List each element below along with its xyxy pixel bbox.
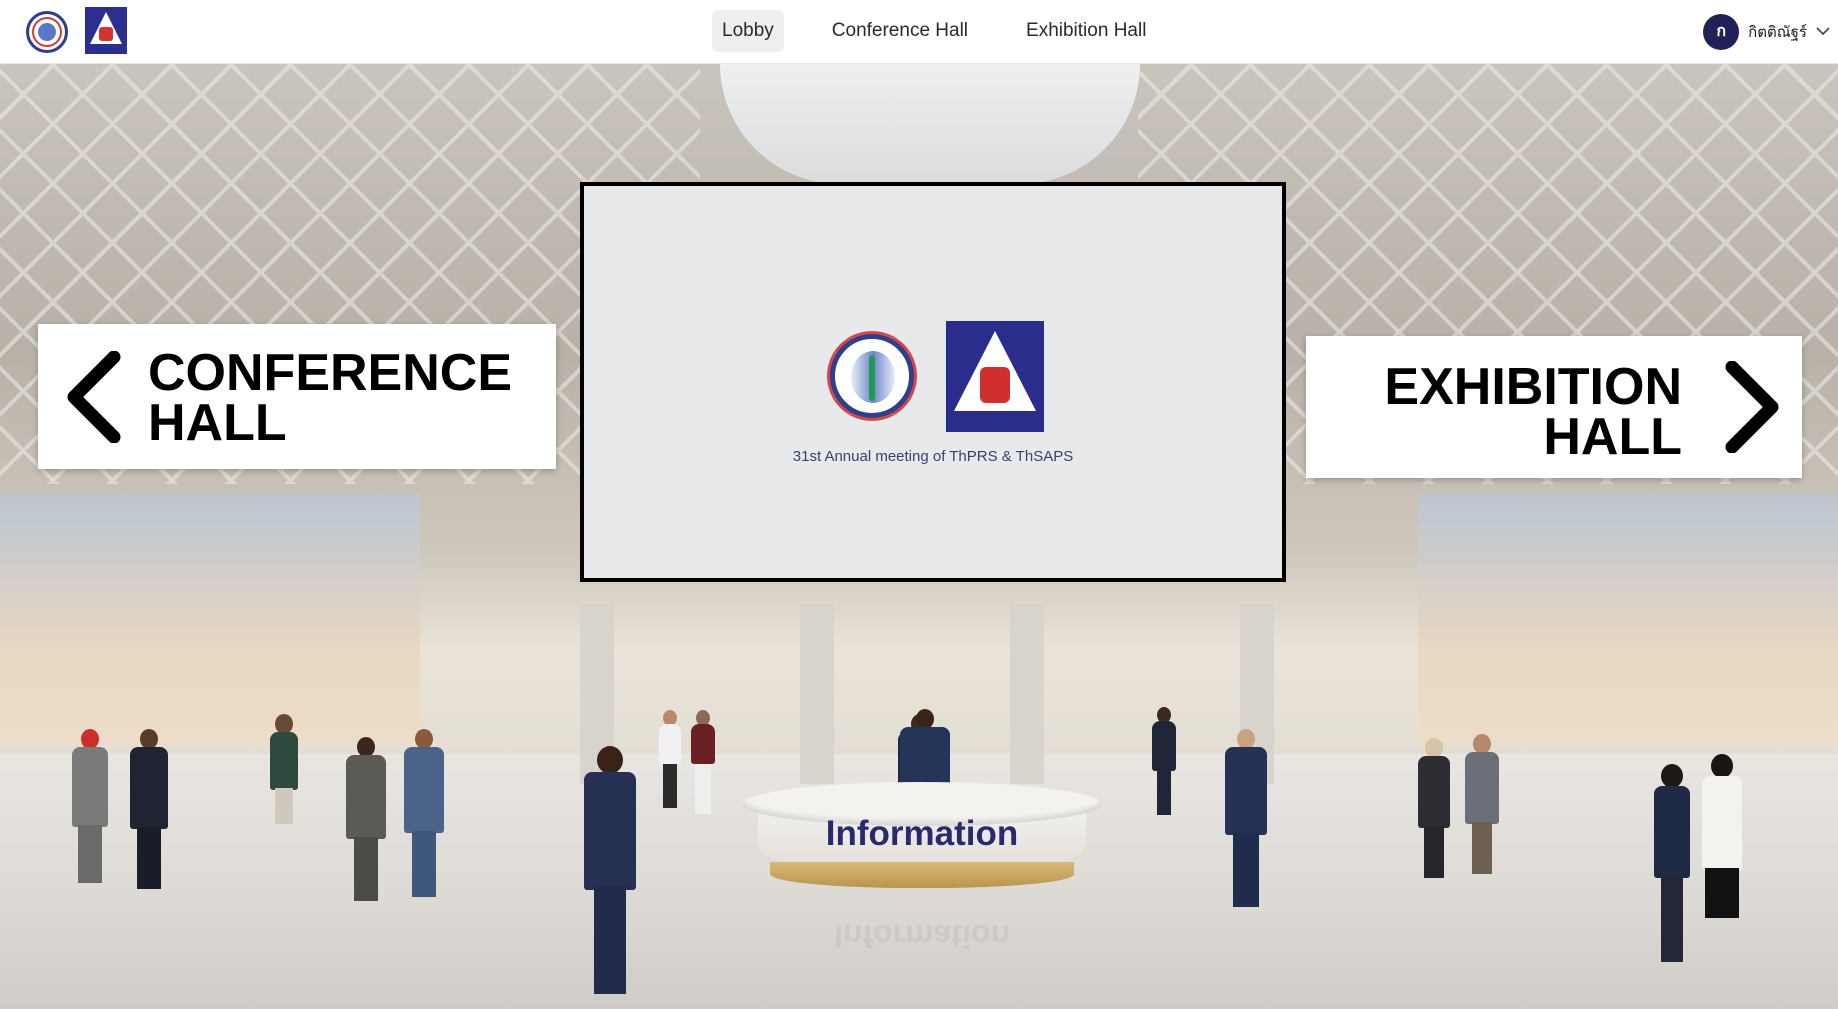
visitor-legs	[78, 825, 102, 883]
nav-lobby[interactable]: Lobby	[712, 10, 784, 52]
visitor-figure	[580, 746, 640, 996]
thsaps-logo-mark	[980, 367, 1010, 403]
visitor-head	[597, 746, 623, 774]
visitor-head	[140, 729, 158, 749]
visitor-head	[275, 714, 293, 734]
desk-base	[770, 862, 1074, 888]
column	[800, 604, 834, 784]
society-logo-icon[interactable]	[26, 11, 68, 53]
thsaps-logo-mark	[99, 27, 113, 41]
virtual-lobby-scene: CONFERENCE HALL EXHIBITION HALL 31st Ann…	[0, 64, 1838, 1009]
visitor-body	[130, 747, 168, 829]
visitor-figure	[70, 729, 110, 884]
column	[1010, 604, 1044, 784]
visitor-figure	[402, 729, 446, 899]
thsaps-logo-icon	[946, 321, 1044, 432]
conference-hall-sign[interactable]: CONFERENCE HALL	[38, 324, 556, 469]
visitor-figure	[1150, 707, 1178, 817]
visitor-body	[1465, 752, 1499, 824]
visitor-body	[691, 724, 715, 764]
visitor-figure	[1462, 734, 1502, 874]
society-logo-line	[869, 355, 875, 401]
visitor-figure	[658, 710, 682, 808]
chevron-down-icon[interactable]	[1816, 23, 1830, 41]
visitor-legs	[412, 831, 436, 897]
exhibition-hall-sign-text: EXHIBITION HALL	[1384, 358, 1682, 466]
visitor-legs	[1472, 822, 1492, 874]
society-logo-icon	[830, 334, 914, 418]
visitor-legs	[1233, 833, 1259, 907]
window-right	[1418, 494, 1838, 744]
visitor-head	[81, 729, 99, 749]
screen-caption: 31st Annual meeting of ThPRS & ThSAPS	[792, 448, 1074, 465]
visitor-figure	[268, 714, 300, 824]
visitor-legs	[663, 764, 677, 808]
visitor-body	[1702, 776, 1742, 870]
visitor-legs	[354, 837, 378, 901]
visitor-head	[1661, 764, 1683, 788]
visitor-head	[1425, 738, 1443, 758]
visitor-body	[346, 755, 386, 839]
visitor-body	[1152, 721, 1176, 771]
visitor-figure	[1700, 754, 1744, 964]
window-left	[0, 494, 420, 744]
visitor-figure	[128, 729, 170, 889]
visitor-legs	[1661, 876, 1683, 962]
visitor-figure	[345, 737, 387, 902]
receptionist-body	[900, 727, 950, 787]
exhibition-sign-line1: EXHIBITION	[1384, 358, 1682, 416]
main-presentation-screen[interactable]: 31st Annual meeting of ThPRS & ThSAPS	[580, 182, 1286, 582]
nav-conference-hall[interactable]: Conference Hall	[822, 10, 978, 52]
visitor-body	[584, 772, 636, 890]
nav-exhibition-hall[interactable]: Exhibition Hall	[1016, 10, 1156, 52]
visitor-head	[357, 737, 375, 757]
information-desk-label: Information	[825, 814, 1019, 853]
conference-sign-line2: HALL	[148, 394, 287, 452]
visitor-figure	[1652, 764, 1692, 964]
visitor-legs	[1705, 868, 1739, 918]
user-name[interactable]: กิตติณัฐร์	[1748, 20, 1807, 44]
visitor-head	[415, 729, 433, 749]
visitor-legs	[695, 764, 711, 814]
visitor-legs	[1424, 826, 1444, 878]
chevron-left-icon	[64, 324, 122, 469]
visitor-legs	[1157, 769, 1171, 815]
visitor-body	[659, 724, 681, 764]
screen-content: 31st Annual meeting of ThPRS & ThSAPS	[584, 186, 1282, 578]
visitor-head	[1237, 729, 1255, 749]
visitor-legs	[594, 886, 626, 994]
information-desk[interactable]: Information	[742, 782, 1102, 902]
top-navigation-bar: Lobby Conference Hall Exhibition Hall ก …	[0, 0, 1838, 64]
visitor-head	[1711, 754, 1733, 778]
thsaps-logo-icon[interactable]	[85, 7, 127, 54]
visitor-body	[1418, 756, 1450, 828]
visitor-figure	[1222, 729, 1270, 909]
avatar[interactable]: ก	[1703, 14, 1740, 50]
visitor-figure	[1416, 738, 1452, 878]
visitor-body	[404, 747, 444, 833]
exhibition-hall-sign[interactable]: EXHIBITION HALL	[1306, 336, 1802, 478]
conference-sign-line1: CONFERENCE	[148, 344, 513, 402]
receptionist-head	[916, 709, 934, 729]
chevron-right-icon	[1724, 336, 1782, 478]
main-nav: Lobby Conference Hall Exhibition Hall	[712, 10, 1194, 52]
exhibition-sign-line2: HALL	[1543, 408, 1682, 466]
visitor-body	[1225, 747, 1267, 835]
visitor-body	[1654, 786, 1690, 878]
visitor-body	[270, 732, 298, 790]
desk-reflection: Information	[834, 918, 1010, 954]
visitor-head	[1473, 734, 1491, 754]
visitor-body	[72, 747, 108, 827]
user-menu[interactable]: ก กิตติณัฐร์	[1703, 14, 1830, 50]
skylight	[720, 64, 1140, 184]
conference-hall-sign-text: CONFERENCE HALL	[148, 344, 513, 452]
society-logo-inner	[38, 23, 56, 41]
visitor-legs	[275, 788, 293, 824]
receptionist-figure	[898, 709, 952, 789]
visitor-legs	[137, 827, 161, 889]
visitor-figure	[690, 710, 716, 815]
